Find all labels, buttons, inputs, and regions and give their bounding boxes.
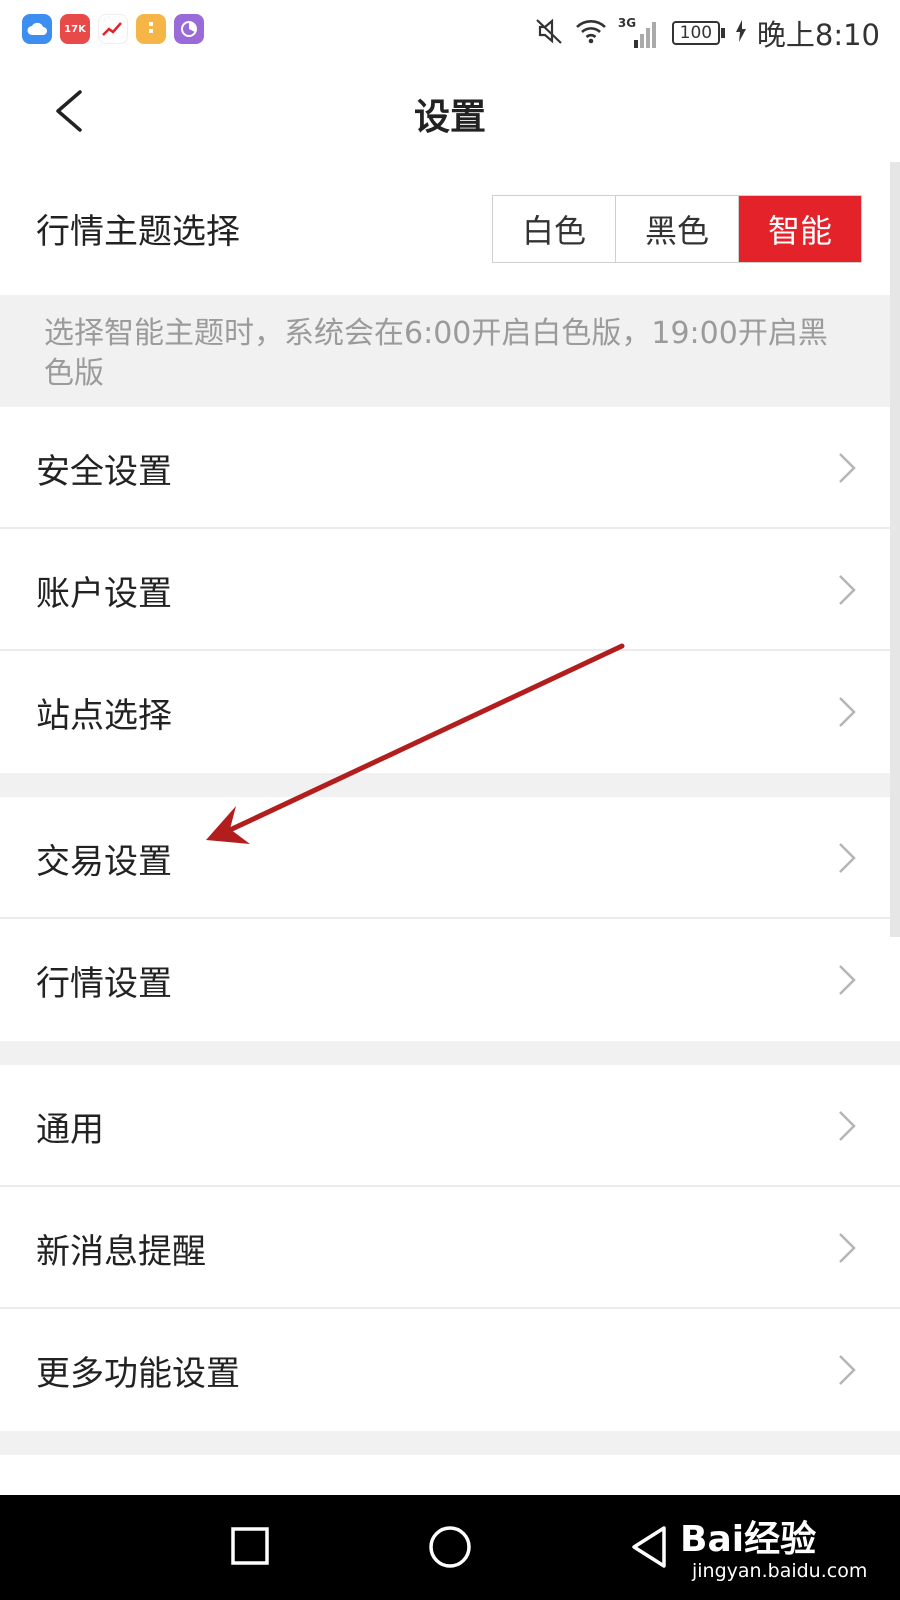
page-title: 设置 [413,97,486,138]
list-item-label: 更多功能设置 [36,1354,240,1394]
theme-option-black[interactable]: 黑色 [615,196,738,262]
baidu-watermark: Bai经验 jingyan.baidu.com [680,1510,895,1590]
chevron-right-icon [839,1355,856,1385]
charging-icon [735,20,747,46]
chevron-right-icon [839,575,856,605]
list-item-label: 通用 [36,1110,104,1150]
back-nav-button[interactable] [629,1525,669,1569]
list-item-trade-settings[interactable]: 交易设置 [0,797,900,919]
recent-apps-button[interactable] [231,1527,269,1565]
list-item-more-settings[interactable]: 更多功能设置 [0,1309,900,1431]
group-divider [0,1431,900,1455]
signal-icon: 3G [618,16,662,50]
theme-selector-row: 行情主题选择 白色 黑色 智能 [0,162,900,295]
17k-app-icon: 17K [60,14,90,44]
battery-tip [720,28,725,38]
group-divider [0,1041,900,1065]
17k-app-label: 17K [64,23,86,35]
stock-app-icon [98,14,128,44]
list-item-label: 交易设置 [36,842,172,882]
theme-label: 行情主题选择 [36,212,240,252]
settings-group-3: 通用 新消息提醒 更多功能设置 [0,1065,900,1431]
theme-toggle: 白色 黑色 智能 [492,195,862,263]
chevron-right-icon [839,843,856,873]
settings-group-2: 交易设置 行情设置 [0,797,900,1041]
status-time: 晚上8:10 [756,18,880,52]
chevron-right-icon [839,965,856,995]
list-item-label: 行情设置 [36,964,172,1004]
battery-icon: 100 [671,21,725,45]
home-button[interactable] [428,1525,472,1569]
list-item-account-settings[interactable]: 账户设置 [0,529,900,651]
list-item-label: 新消息提醒 [36,1232,206,1272]
cloud-app-icon [22,14,52,44]
list-item-label: 安全设置 [36,452,172,492]
notification-icons: 17K [22,14,204,44]
theme-hint: 选择智能主题时，系统会在6:00开启白色版，19:00开启黑色版 [0,295,900,407]
list-item-security-settings[interactable]: 安全设置 [0,407,900,529]
wifi-icon [574,17,608,49]
watermark-main: Bai经验 [680,1519,817,1560]
list-item-site-selection[interactable]: 站点选择 [0,651,900,773]
list-item-general[interactable]: 通用 [0,1065,900,1187]
group-divider [0,773,900,797]
theme-option-smart[interactable]: 智能 [738,196,861,262]
list-item-new-message-alerts[interactable]: 新消息提醒 [0,1187,900,1309]
chevron-right-icon [839,1233,856,1263]
status-indicators: 3G 100 晚上8:10 [534,12,880,54]
settings-group-1: 安全设置 账户设置 站点选择 [0,407,900,773]
theme-option-white[interactable]: 白色 [493,196,615,262]
list-item-label: 账户设置 [36,574,172,614]
watermark-sub: jingyan.baidu.com [692,1560,868,1582]
chevron-right-icon [839,1111,856,1141]
list-item-market-settings[interactable]: 行情设置 [0,919,900,1041]
list-item-label: 站点选择 [36,696,172,736]
purple-app-icon [174,14,204,44]
scrollbar[interactable] [890,162,900,937]
orange-app-icon [136,14,166,44]
chevron-right-icon [839,697,856,727]
mute-icon [534,16,564,50]
header: 设置 [0,62,900,162]
status-bar: 17K 3G 100 晚上8:10 [0,0,900,62]
chevron-right-icon [839,453,856,483]
battery-level: 100 [671,21,720,45]
